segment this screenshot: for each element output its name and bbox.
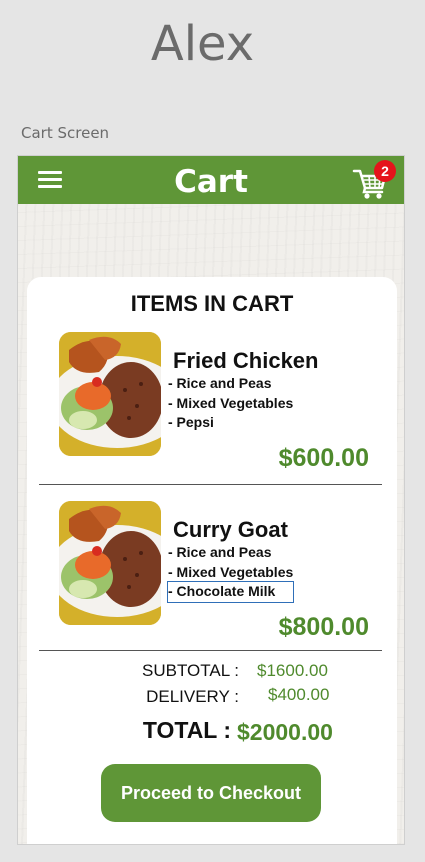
food-image xyxy=(59,501,161,625)
item-sides-list: - Rice and Peas - Mixed Vegetables - Pep… xyxy=(168,374,293,433)
board-title: Alex xyxy=(150,16,255,72)
item-name: Fried Chicken xyxy=(173,348,319,373)
cart-count-badge: 2 xyxy=(374,160,396,182)
item-sides-list: - Rice and Peas - Mixed Vegetables - Cho… xyxy=(166,543,295,604)
side-item-selected: - Chocolate Milk xyxy=(166,581,295,604)
proceed-to-checkout-button[interactable]: Proceed to Checkout xyxy=(101,764,321,822)
side-item: - Pepsi xyxy=(168,414,214,431)
cart-item[interactable]: Curry Goat - Rice and Peas - Mixed Veget… xyxy=(27,501,397,651)
app-bar: Cart 2 xyxy=(18,156,404,204)
total-value: $2000.00 xyxy=(237,719,333,745)
side-item: - Rice and Peas xyxy=(168,544,272,560)
phone-screen: Cart 2 ITEMS IN CART Fried Chicken - Ric… xyxy=(17,155,405,845)
cart-card: ITEMS IN CART Fried Chicken - Rice and P… xyxy=(27,277,397,844)
item-name: Curry Goat xyxy=(173,517,288,542)
side-item: - Mixed Vegetables xyxy=(168,394,294,411)
subtotal-value: $1600.00 xyxy=(257,661,328,680)
divider xyxy=(39,650,382,651)
cart-button[interactable]: 2 xyxy=(352,160,396,200)
item-price: $600.00 xyxy=(278,444,369,472)
food-image xyxy=(59,332,161,456)
subtotal-label: SUBTOTAL : xyxy=(142,661,239,680)
screen-label: Cart Screen xyxy=(21,124,110,142)
divider xyxy=(39,484,382,485)
delivery-label: DELIVERY : xyxy=(146,687,239,706)
side-item: - Rice and Peas xyxy=(168,375,272,391)
total-label: TOTAL : xyxy=(142,717,231,743)
delivery-value: $400.00 xyxy=(268,685,330,704)
side-item: - Mixed Vegetables xyxy=(168,563,294,580)
cart-item[interactable]: Fried Chicken - Rice and Peas - Mixed Ve… xyxy=(27,332,397,482)
app-bar-title: Cart xyxy=(174,164,248,200)
cart-heading: ITEMS IN CART xyxy=(130,291,294,316)
item-price: $800.00 xyxy=(278,613,369,641)
